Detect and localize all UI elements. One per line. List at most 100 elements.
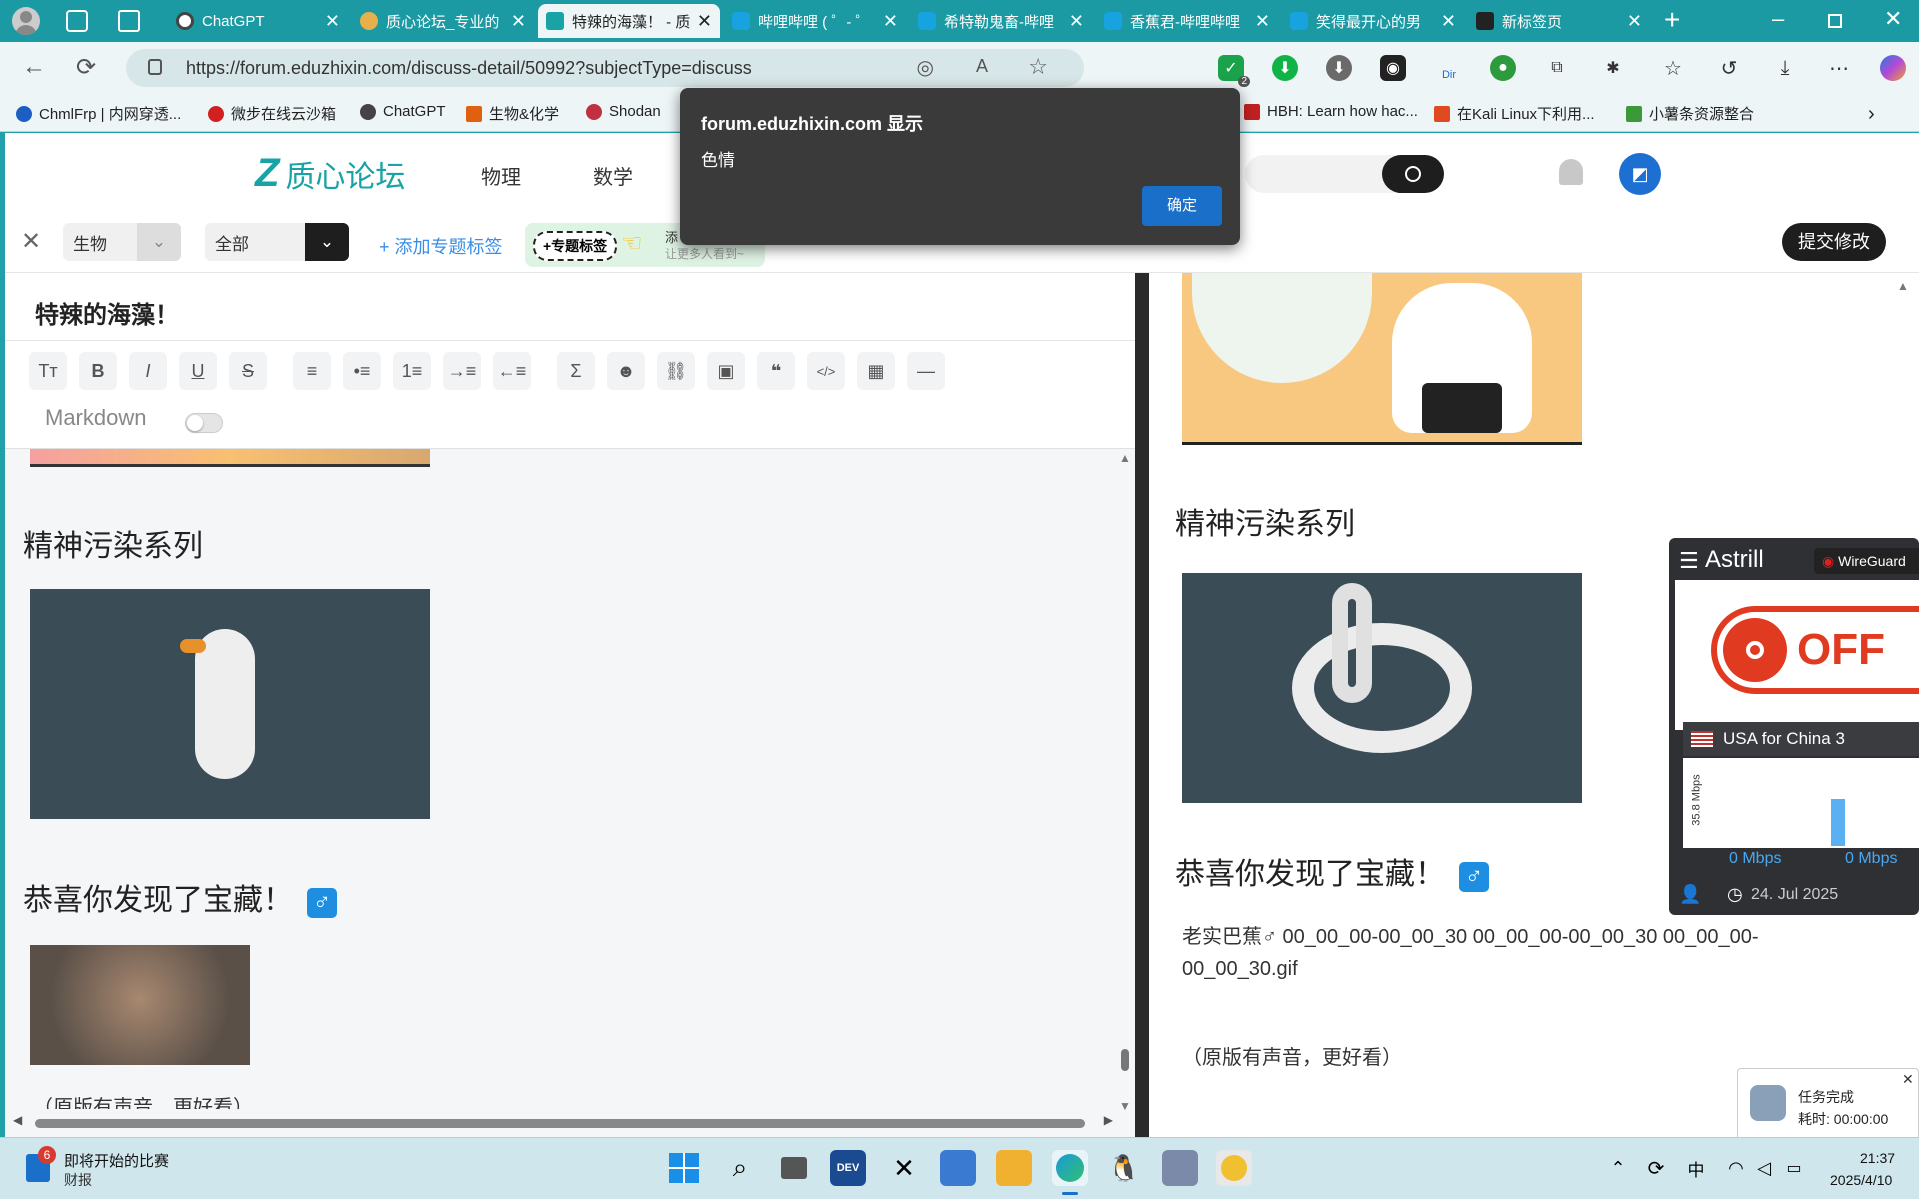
- tab-bilibili-2[interactable]: 希特勒鬼畜-哔哩 ✕: [910, 4, 1092, 38]
- tab-bilibili-4[interactable]: 笑得最开心的男 ✕: [1282, 4, 1464, 38]
- clock-date[interactable]: 2025/4/10: [1830, 1172, 1892, 1188]
- favorite-star-icon[interactable]: ☆: [1028, 54, 1048, 80]
- user-avatar[interactable]: ◩: [1619, 153, 1661, 195]
- bold-icon[interactable]: B: [79, 352, 117, 390]
- bookmark-resources[interactable]: 小薯条资源整合: [1626, 103, 1754, 124]
- windows-start-icon[interactable]: [666, 1150, 702, 1186]
- bookmark-kali[interactable]: 在Kali Linux下利用...: [1434, 103, 1595, 124]
- vertical-tabs-icon[interactable]: [118, 10, 140, 32]
- tab-forum-home[interactable]: 质心论坛_专业的 ✕: [352, 4, 534, 38]
- pane-divider[interactable]: [1135, 273, 1149, 1137]
- code-icon[interactable]: </>: [807, 352, 845, 390]
- formula-icon[interactable]: Σ: [557, 352, 595, 390]
- indent-icon[interactable]: →≡: [443, 352, 481, 390]
- globe-extension-icon[interactable]: ●: [1490, 55, 1516, 81]
- strikethrough-icon[interactable]: S: [229, 352, 267, 390]
- nav-math[interactable]: 数学: [593, 161, 633, 190]
- close-notification-icon[interactable]: ✕: [1902, 1071, 1914, 1088]
- close-tab-icon[interactable]: ✕: [697, 11, 712, 32]
- search-input[interactable]: [1245, 155, 1395, 193]
- wireguard-selector[interactable]: ◉ WireGuard: [1814, 548, 1919, 574]
- photos-icon[interactable]: [940, 1150, 976, 1186]
- alert-ok-button[interactable]: 确定: [1142, 186, 1222, 226]
- add-user-icon[interactable]: 👤: [1679, 884, 1701, 905]
- bookmark-chatgpt[interactable]: ChatGPT: [360, 103, 446, 120]
- submit-edit-button[interactable]: 提交修改: [1782, 223, 1886, 261]
- more-menu-icon[interactable]: ⋯: [1826, 55, 1852, 81]
- subject-select[interactable]: 生物 ⌄: [63, 223, 181, 261]
- bell-icon[interactable]: [1559, 159, 1583, 185]
- restore-icon[interactable]: [1828, 14, 1842, 28]
- menu-icon[interactable]: ☰: [1679, 548, 1699, 574]
- mask-extension-icon[interactable]: ◉: [1380, 55, 1406, 81]
- clock-time[interactable]: 21:37: [1860, 1150, 1895, 1166]
- task-complete-notification[interactable]: 任务完成 耗时: 00:00:00 ✕: [1737, 1068, 1919, 1140]
- close-tab-icon[interactable]: ✕: [1627, 11, 1642, 32]
- refresh-icon[interactable]: ⟳: [76, 53, 96, 82]
- sync-icon[interactable]: ⟳: [1638, 1150, 1674, 1186]
- post-title-input[interactable]: 特辣的海藻！: [5, 273, 1135, 341]
- horizontal-rule-icon[interactable]: ―: [907, 352, 945, 390]
- bullet-list-icon[interactable]: •≡: [343, 352, 381, 390]
- edge-browser-icon[interactable]: [1052, 1150, 1088, 1186]
- favorites-icon[interactable]: ☆: [1660, 55, 1686, 81]
- nav-physics[interactable]: 物理: [481, 161, 521, 190]
- task-view-icon[interactable]: [776, 1150, 812, 1186]
- read-aloud-icon[interactable]: A: [976, 56, 988, 77]
- underline-icon[interactable]: U: [179, 352, 217, 390]
- table-icon[interactable]: ▦: [857, 352, 895, 390]
- align-icon[interactable]: ≡: [293, 352, 331, 390]
- emoji-icon[interactable]: ☻: [607, 352, 645, 390]
- text-size-icon[interactable]: Tт: [29, 352, 67, 390]
- extension-icon[interactable]: ✓ 2: [1218, 55, 1250, 87]
- scope-select[interactable]: 全部 ⌄: [205, 223, 349, 261]
- profile-avatar[interactable]: [12, 7, 40, 35]
- server-selector[interactable]: USA for China 3: [1683, 722, 1919, 756]
- battery-icon[interactable]: ▭: [1776, 1150, 1812, 1186]
- file-explorer-icon[interactable]: [996, 1150, 1032, 1186]
- bookmarks-overflow-icon[interactable]: ›: [1868, 103, 1875, 126]
- app-icon[interactable]: [1162, 1150, 1198, 1186]
- markdown-toggle[interactable]: [185, 413, 223, 433]
- search-button[interactable]: [1382, 155, 1444, 193]
- outdent-icon[interactable]: ←≡: [493, 352, 531, 390]
- bookmark-shodan[interactable]: Shodan: [586, 103, 661, 120]
- tab-chatgpt[interactable]: ChatGPT ✕: [168, 4, 348, 38]
- site-logo[interactable]: Z 质心论坛: [255, 151, 405, 196]
- close-tab-icon[interactable]: ✕: [1069, 11, 1084, 32]
- tracking-icon[interactable]: ◎: [917, 55, 934, 80]
- tab-active-post[interactable]: 特辣的海藻！ - 质 ✕: [538, 4, 720, 38]
- bookmark-chmlfrp[interactable]: ChmlFrp | 内网穿透...: [16, 103, 181, 124]
- ordered-list-icon[interactable]: 1≡: [393, 352, 431, 390]
- history-icon[interactable]: ↺: [1716, 55, 1742, 81]
- tray-overflow-icon[interactable]: ⌃: [1600, 1150, 1636, 1186]
- close-tab-icon[interactable]: ✕: [511, 11, 526, 32]
- close-tab-icon[interactable]: ✕: [1255, 11, 1270, 32]
- tab-bilibili-1[interactable]: 哔哩哔哩 ( ゜- ゜ ✕: [724, 4, 906, 38]
- news-widget[interactable]: 6 即将开始的比赛 财报: [24, 1146, 184, 1192]
- close-editor-icon[interactable]: ✕: [21, 227, 41, 256]
- ime-indicator[interactable]: 中: [1678, 1150, 1714, 1186]
- dir-extension-icon[interactable]: Dir: [1436, 55, 1462, 81]
- close-tab-icon[interactable]: ✕: [325, 11, 340, 32]
- back-icon[interactable]: ←: [22, 53, 46, 81]
- vpn-off-toggle[interactable]: OFF: [1711, 606, 1919, 694]
- image-icon[interactable]: ▣: [707, 352, 745, 390]
- collections-icon[interactable]: ⧉: [1544, 55, 1570, 81]
- xbox-icon[interactable]: ✕: [886, 1150, 922, 1186]
- bookmark-hbh[interactable]: HBH: Learn how hac...: [1244, 103, 1418, 120]
- devhome-icon[interactable]: DEV: [830, 1150, 866, 1186]
- horizontal-scrollbar[interactable]: ◀ ▶: [13, 1113, 1113, 1131]
- tab-bilibili-3[interactable]: 香蕉君-哔哩哔哩 ✕: [1096, 4, 1278, 38]
- minimize-icon[interactable]: –: [1772, 6, 1784, 32]
- copilot-icon[interactable]: [1880, 55, 1906, 81]
- workspaces-icon[interactable]: [66, 10, 88, 32]
- idm-extension-icon[interactable]: ⬇: [1326, 55, 1352, 81]
- preview-scroll-up-icon[interactable]: ▲: [1897, 279, 1909, 293]
- bookmark-biology-chemistry[interactable]: 生物&化学: [466, 103, 559, 124]
- downloads-icon[interactable]: ⤓: [1772, 55, 1798, 81]
- link-icon[interactable]: ⛓: [657, 352, 695, 390]
- tab-new-tab[interactable]: 新标签页 ✕: [1468, 4, 1650, 38]
- editor-content[interactable]: 精神污染系列 恭喜你发现了宝藏！ ♂ （原版有声音，更好看）: [5, 449, 1115, 1109]
- vertical-scrollbar[interactable]: ▲ ▼: [1117, 449, 1133, 1113]
